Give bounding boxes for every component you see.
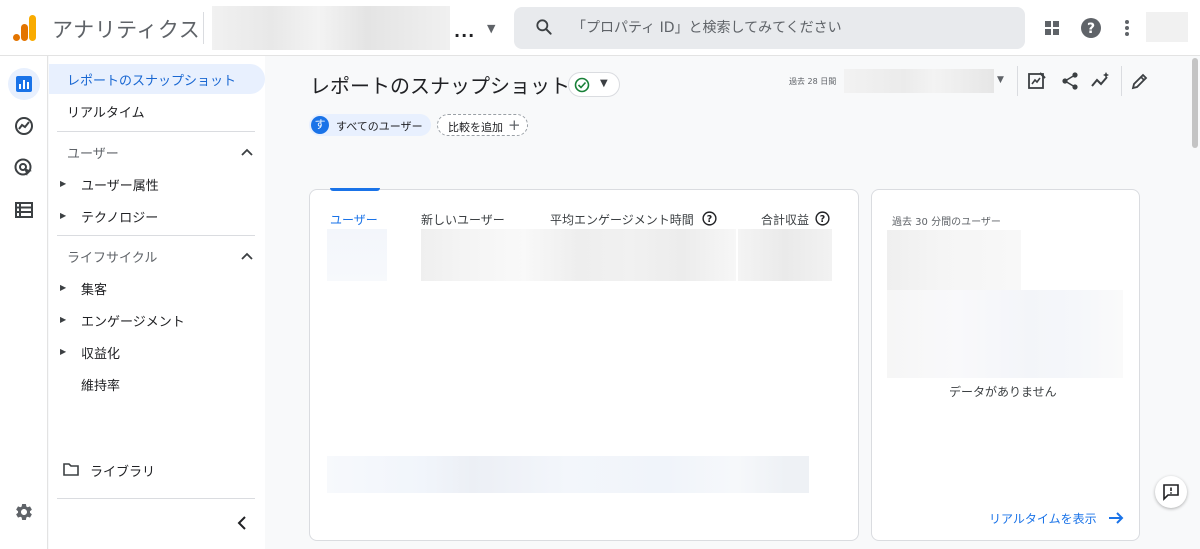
search-box[interactable] <box>514 7 1025 49</box>
sidebar-item-snapshot-label[interactable]: レポートのスナップショット <box>67 70 236 89</box>
realtime-chart <box>887 290 1123 378</box>
tab-avg-engagement-time[interactable]: 平均エンゲージメント時間 <box>550 211 694 228</box>
expand-triangle-icon[interactable]: ▶ <box>60 347 66 356</box>
help-icon[interactable]: ? <box>1079 16 1103 40</box>
svg-text:?: ? <box>1087 21 1095 37</box>
explore-icon <box>15 117 33 135</box>
sidebar-item-engagement[interactable]: エンゲージメント <box>81 311 185 330</box>
settings-nav-button[interactable] <box>8 496 40 528</box>
sidebar-section-lifecycle[interactable]: ライフサイクル <box>67 247 157 266</box>
help-circle-icon[interactable]: ? <box>815 211 830 226</box>
chevron-up-icon[interactable] <box>241 148 253 156</box>
tab-users[interactable]: ユーザー <box>330 211 378 228</box>
status-dropdown[interactable]: ▼ <box>568 72 620 97</box>
share-icon[interactable] <box>1060 71 1080 91</box>
bar-chart-icon <box>16 76 32 92</box>
more-vert-icon[interactable] <box>1115 16 1139 40</box>
apps-grid-icon[interactable] <box>1040 16 1064 40</box>
date-range-label[interactable]: 過去 28 日間 <box>789 76 836 87</box>
avatar[interactable] <box>1146 12 1188 42</box>
sidebar-item-retention[interactable]: 維持率 <box>81 375 120 394</box>
sidebar-item-user-attributes[interactable]: ユーザー属性 <box>81 175 159 194</box>
folder-icon <box>63 463 79 476</box>
expand-triangle-icon[interactable]: ▶ <box>60 283 66 292</box>
tab-new-users[interactable]: 新しいユーザー <box>421 211 505 228</box>
metric-value-revenue <box>738 229 832 281</box>
sidebar-item-technology[interactable]: テクノロジー <box>81 207 158 226</box>
active-tab-indicator <box>330 188 380 191</box>
customize-icon[interactable] <box>1027 71 1047 91</box>
add-comparison-label: 比較を追加 <box>448 121 503 134</box>
configure-nav-button[interactable] <box>8 194 40 226</box>
segment-chip[interactable]: す すべてのユーザー <box>309 114 431 136</box>
reports-nav-button[interactable] <box>8 68 40 100</box>
expand-triangle-icon[interactable]: ▶ <box>60 211 66 220</box>
help-circle-icon[interactable]: ? <box>702 211 717 226</box>
chevron-left-icon[interactable] <box>237 516 247 530</box>
sidebar: レポートのスナップショット リアルタイム ユーザー ▶ ユーザー属性 ▶ テクノ… <box>49 56 265 549</box>
segment-badge: す <box>311 116 329 134</box>
page-title: レポートのスナップショット <box>310 74 570 98</box>
tab-total-revenue[interactable]: 合計収益 <box>761 211 809 228</box>
date-dropdown-icon[interactable]: ▼ <box>997 75 1004 85</box>
settings-icon <box>16 504 32 520</box>
metric-value-engagement <box>526 229 736 281</box>
feedback-button[interactable] <box>1155 476 1187 508</box>
sidebar-item-library[interactable]: ライブラリ <box>90 461 155 480</box>
advertising-icon <box>14 158 32 176</box>
chart-axis-labels <box>327 456 809 493</box>
search-icon <box>536 19 552 35</box>
sidebar-section-user[interactable]: ユーザー <box>67 143 119 162</box>
separator <box>1121 66 1122 96</box>
svg-text:?: ? <box>707 214 712 225</box>
scrollbar[interactable] <box>1192 58 1198 148</box>
no-data-message: データがありません <box>949 385 1057 399</box>
metric-value-new-users <box>421 229 526 281</box>
metric-value-users <box>327 229 387 281</box>
date-range-value[interactable] <box>844 69 994 93</box>
table-icon <box>15 202 33 218</box>
realtime-title: 過去 30 分間のユーザー <box>892 217 1001 228</box>
sidebar-item-realtime[interactable]: リアルタイム <box>67 102 145 121</box>
expand-triangle-icon[interactable]: ▶ <box>60 179 66 188</box>
arrow-forward-icon[interactable] <box>1107 510 1125 526</box>
account-selector[interactable] <box>212 6 450 50</box>
account-ellipsis[interactable]: ... <box>454 22 475 41</box>
top-bar: アナリティクス ... ▼ ? <box>0 0 1200 56</box>
analytics-logo[interactable] <box>12 14 38 42</box>
divider <box>57 131 255 132</box>
app-title[interactable]: アナリティクス <box>52 14 200 44</box>
edit-icon[interactable] <box>1130 71 1150 91</box>
chevron-up-icon[interactable] <box>241 252 253 260</box>
search-input[interactable] <box>572 15 1002 41</box>
svg-text:?: ? <box>820 214 825 225</box>
sidebar-item-acquisition[interactable]: 集客 <box>81 279 107 298</box>
segment-label: すべてのユーザー <box>336 120 423 133</box>
feedback-icon <box>1163 484 1179 501</box>
explore-nav-button[interactable] <box>8 110 40 142</box>
advertising-nav-button[interactable] <box>8 152 40 184</box>
nav-rail <box>0 56 48 549</box>
dropdown-caret-icon: ▼ <box>600 78 608 89</box>
plus-icon: + <box>508 116 521 134</box>
title-divider <box>203 12 204 44</box>
check-circle-icon <box>574 77 590 93</box>
insights-icon[interactable] <box>1091 71 1111 91</box>
divider <box>57 498 255 499</box>
account-dropdown-icon[interactable]: ▼ <box>487 22 495 35</box>
divider <box>57 235 255 236</box>
view-realtime-link[interactable]: リアルタイムを表示 <box>989 510 1097 527</box>
sidebar-item-monetization[interactable]: 収益化 <box>81 343 120 362</box>
realtime-value <box>887 230 1021 290</box>
add-comparison-button[interactable]: 比較を追加 + <box>437 114 528 136</box>
expand-triangle-icon[interactable]: ▶ <box>60 315 66 324</box>
separator <box>1017 66 1018 96</box>
